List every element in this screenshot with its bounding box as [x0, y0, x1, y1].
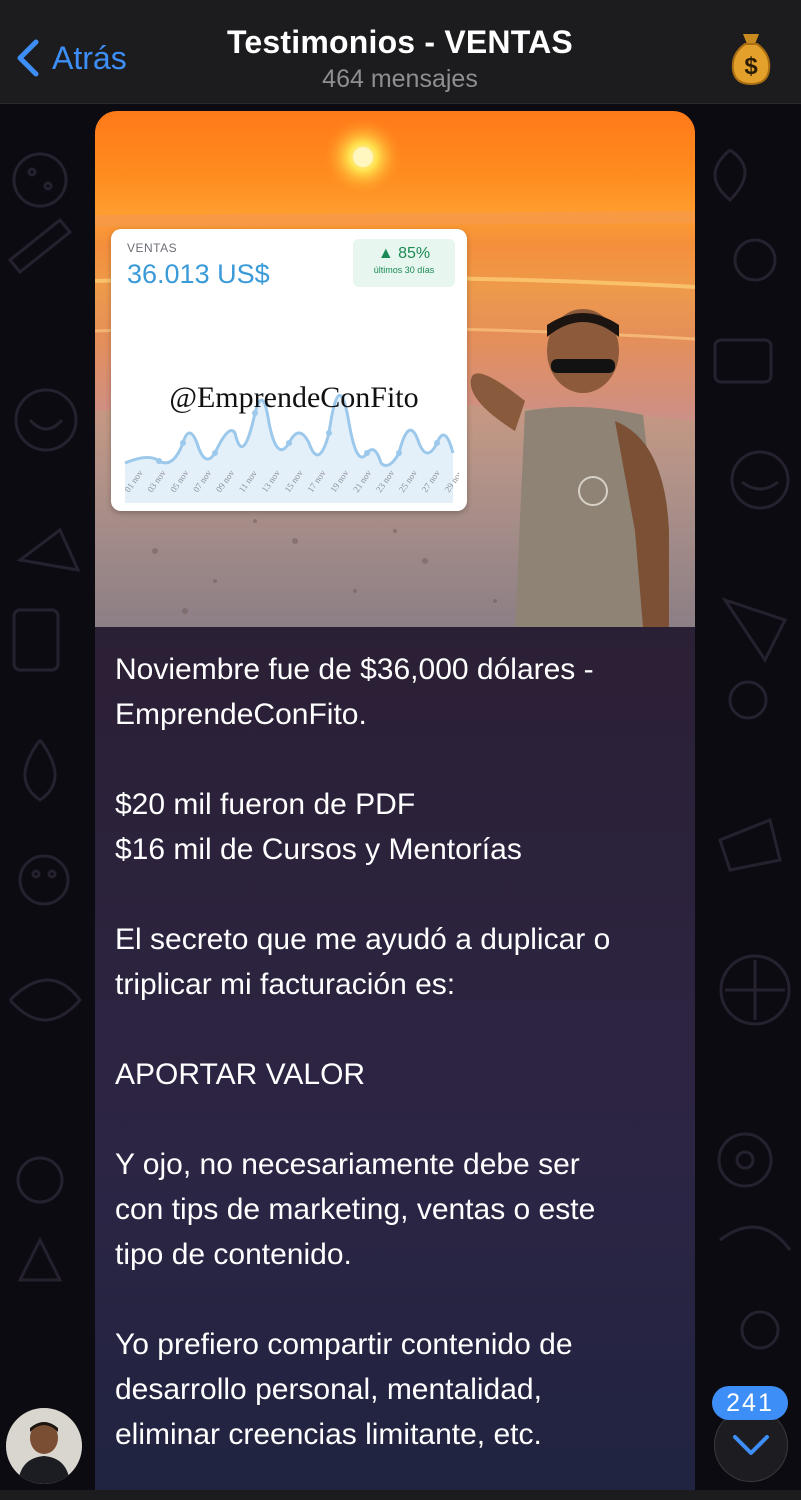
unread-count-badge[interactable]: 241	[712, 1386, 788, 1420]
message-count: 464 mensajes	[322, 65, 478, 93]
message-line: $20 mil fueron de PDF	[115, 788, 416, 821]
message-text: Noviembre fue de $36,000 dólares - Empren…	[95, 627, 695, 1457]
message-line: tipo de contenido.	[115, 1238, 352, 1271]
message-line: APORTAR VALOR	[115, 1058, 366, 1091]
back-button[interactable]: Atrás	[14, 36, 127, 80]
message-line: desarrollo personal, mentalidad,	[115, 1373, 542, 1406]
chat-header: Atrás Testimonios - VENTAS 464 mensajes …	[0, 0, 801, 104]
chat-title: Testimonios - VENTAS	[227, 24, 573, 60]
sales-label: VENTAS	[127, 241, 178, 255]
message-line: con tips de marketing, ventas o este	[115, 1193, 596, 1226]
sender-avatar[interactable]	[6, 1408, 82, 1484]
chat-title-area[interactable]: Testimonios - VENTAS 464 mensajes	[150, 24, 650, 94]
arrow-up-icon: ▲	[377, 245, 399, 262]
message-line: El secreto que me ayudó a duplicar o	[115, 923, 611, 956]
message-bubble[interactable]: VENTAS 36.013 US$ ▲ 85% últimos 30 días …	[95, 111, 695, 1500]
svg-text:$: $	[744, 53, 758, 80]
money-bag-icon[interactable]: $	[727, 30, 775, 86]
message-line: eliminar creencias limitante, etc.	[115, 1418, 542, 1451]
growth-percent: ▲ 85%	[377, 245, 431, 262]
message-line: triplicar mi facturación es:	[115, 968, 456, 1001]
message-photo[interactable]: VENTAS 36.013 US$ ▲ 85% últimos 30 días …	[95, 111, 695, 627]
message-line: Yo prefiero compartir contenido de	[115, 1328, 573, 1361]
chevron-left-icon	[17, 39, 39, 77]
chevron-down-icon	[733, 1435, 769, 1455]
sales-stats-card: VENTAS 36.013 US$ ▲ 85% últimos 30 días …	[111, 229, 467, 511]
sales-value: 36.013 US$	[127, 259, 270, 289]
back-label: Atrás	[52, 39, 127, 76]
message-line: $16 mil de Cursos y Mentorías	[115, 833, 522, 866]
message-line: EmprendeConFito.	[115, 698, 367, 731]
watermark-handle: @EmprendeConFito	[169, 381, 419, 414]
message-line: Y ojo, no necesariamente debe ser	[115, 1148, 580, 1181]
growth-period: últimos 30 días	[373, 265, 435, 275]
message-line: Noviembre fue de $36,000 dólares -	[115, 653, 594, 686]
growth-badge: ▲ 85% últimos 30 días	[353, 239, 455, 287]
bottom-bar	[0, 1490, 801, 1500]
avatar-photo	[6, 1408, 82, 1484]
